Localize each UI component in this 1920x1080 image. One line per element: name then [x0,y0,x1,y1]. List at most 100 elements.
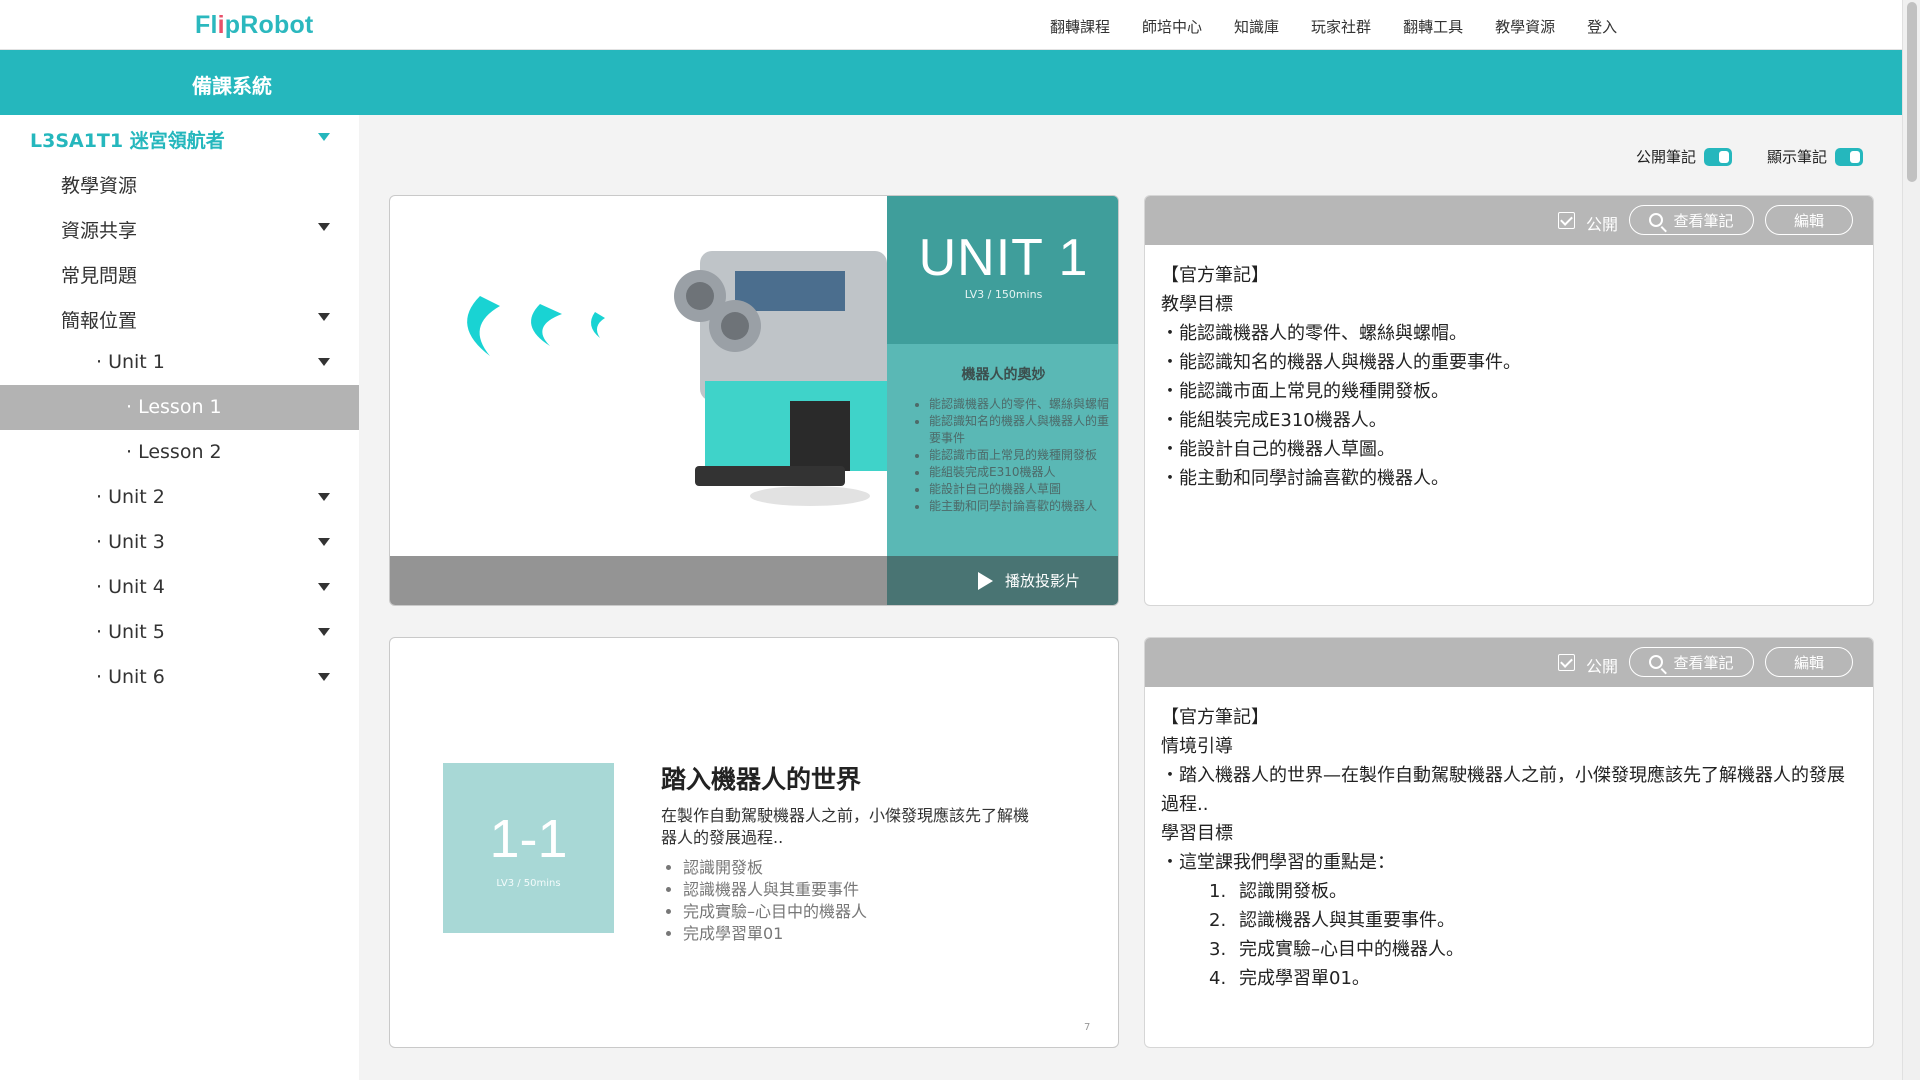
slide-preview-unit-1[interactable]: UNIT 1 LV3 / 150mins 機器人的奧妙 能認識機器人的零件、螺絲… [389,195,1119,606]
page-banner: 備課系統 [0,50,1902,115]
sidebar-item-lesson-1[interactable]: · Lesson 1 [0,385,359,430]
show-notes-toggle-group: 顯示筆記 [1767,146,1864,167]
public-checkbox[interactable] [1558,654,1575,671]
note-line: ・能主動和同學討論喜歡的機器人。 [1161,468,1449,489]
nav-flip-tools[interactable]: 翻轉工具 [1403,16,1463,37]
sidebar-item-unit-3[interactable]: · Unit 3 [0,520,359,565]
signal-wave-medium [531,304,562,346]
ordered-list-item: 1. 認識開發板。 [1161,877,1857,906]
note-content: 【官方筆記】 教學目標 ・能認識機器人的零件、螺絲與螺帽。 ・能認識知名的機器人… [1145,245,1873,493]
sidebar-item-label: · Unit 1 [96,351,165,373]
list-item: 認識開發板 [683,857,867,879]
note-line: ・能認識知名的機器人與機器人的重要事件。 [1161,352,1521,373]
sidebar-item-resource-sharing[interactable]: 資源共享 [0,205,359,250]
nav-flip-courses[interactable]: 翻轉課程 [1050,16,1110,37]
search-icon [1649,213,1664,227]
main-nav: 翻轉課程 師培中心 知識庫 玩家社群 翻轉工具 教學資源 登入 [1050,16,1649,37]
sidebar-item-unit-1[interactable]: · Unit 1 [0,340,359,385]
note-card-1: 公開 查看筆記 編輯 【官方筆記】 教學目標 ・能認識機器人的零件、螺絲與螺帽。… [1144,195,1874,606]
slide-preview-lesson-1-1[interactable]: 1-1 LV3 / 50mins 踏入機器人的世界 在製作自動駕駛機器人之前，小… [389,637,1119,1048]
list-item: 認識機器人與其重要事件 [683,879,867,901]
robot-sensor-left-lens [686,282,714,310]
page-title: 備課系統 [192,74,272,98]
list-item: 完成實驗–心目中的機器人 [683,901,867,923]
sidebar-item-unit-4[interactable]: · Unit 4 [0,565,359,610]
nav-login[interactable]: 登入 [1587,16,1617,37]
view-notes-button[interactable]: 查看筆記 [1629,205,1754,235]
show-notes-label: 顯示筆記 [1767,148,1828,166]
note-line: 教學目標 [1161,294,1233,315]
logo-text-part1: Fl [195,11,218,39]
sidebar-item-label: 資源共享 [61,220,138,242]
caret-down-icon[interactable] [318,133,330,141]
slide-title: 踏入機器人的世界 [661,765,862,794]
note-line: ・能認識市面上常見的幾種開發板。 [1161,381,1449,402]
robot-sensor-right-lens [721,312,749,340]
caret-down-icon[interactable] [318,538,330,546]
scrollbar-thumb[interactable] [1907,2,1917,182]
edit-label: 編輯 [1793,211,1824,230]
sidebar-item-label: · Unit 2 [96,486,165,508]
sidebar-item-label: · Lesson 1 [126,396,222,418]
list-number: 1. [1209,881,1227,902]
note-line: 【官方筆記】 [1161,265,1269,286]
sidebar-item-course[interactable]: L3SA1T1 迷宮領航者 [0,115,359,160]
caret-down-icon[interactable] [318,358,330,366]
caret-down-icon[interactable] [318,673,330,681]
slide-bullet-list: 能認識機器人的零件、螺絲與螺帽 能認識知名的機器人與機器人的重要事件 能認識市面… [915,396,1115,515]
top-navbar: FlipRobot 翻轉課程 師培中心 知識庫 玩家社群 翻轉工具 教學資源 登… [0,0,1902,50]
caret-down-icon[interactable] [318,628,330,636]
sidebar-item-faq[interactable]: 常見問題 [0,250,359,295]
sidebar-item-label: · Unit 3 [96,531,165,553]
logo-text-part2: i [217,11,225,39]
list-item: 能主動和同學討論喜歡的機器人 [929,498,1115,515]
slide-lesson-number: 1-1 [489,809,568,869]
sidebar-item-lesson-2[interactable]: · Lesson 2 [0,430,359,475]
robot-shadow [750,486,870,506]
fliprobot-logo[interactable]: FlipRobot [195,11,313,40]
sidebar-item-unit-6[interactable]: · Unit 6 [0,655,359,700]
caret-down-icon[interactable] [318,313,330,321]
robot-board [735,271,845,311]
nav-community[interactable]: 玩家社群 [1311,16,1371,37]
logo-text-part3: pRobot [224,11,314,39]
public-checkbox[interactable] [1558,212,1575,229]
page-scrollbar[interactable] [1902,0,1920,1080]
caret-down-icon[interactable] [318,493,330,501]
sidebar-item-slides-location[interactable]: 簡報位置 [0,295,359,340]
sidebar-item-unit-5[interactable]: · Unit 5 [0,610,359,655]
play-slides-button[interactable]: 播放投影片 [978,570,1080,591]
sidebar-item-label: L3SA1T1 迷宮領航者 [30,130,225,152]
note-toolbar: 公開 查看筆記 編輯 [1145,638,1873,687]
sidebar-item-teaching-resources[interactable]: 教學資源 [0,160,359,205]
slide-level: LV3 / 50mins [496,878,561,889]
nav-knowledge-base[interactable]: 知識庫 [1234,16,1279,37]
nav-teaching-resources[interactable]: 教學資源 [1495,16,1555,37]
slide-unit-title: UNIT 1 [918,229,1089,287]
view-notes-button[interactable]: 查看筆記 [1629,647,1754,677]
sidebar-item-label: 簡報位置 [61,310,138,332]
note-line: 【官方筆記】 [1161,707,1269,728]
list-number: 4. [1209,968,1227,989]
edit-label: 編輯 [1793,653,1824,672]
sidebar-item-label: 教學資源 [61,175,138,197]
search-icon [1649,655,1664,669]
slide-subtitle: 機器人的奧妙 [961,367,1046,383]
list-text: 認識機器人與其重要事件。 [1239,910,1455,931]
view-notes-label: 查看筆記 [1673,653,1734,672]
signal-wave-large [467,296,500,356]
sidebar-item-unit-2[interactable]: · Unit 2 [0,475,359,520]
signal-wave-small [591,312,605,338]
nav-teacher-training[interactable]: 師培中心 [1142,16,1202,37]
note-card-2: 公開 查看筆記 編輯 【官方筆記】 情境引導 ・踏入機器人的世界—在製作自動駕駛… [1144,637,1874,1048]
caret-down-icon[interactable] [318,583,330,591]
list-number: 3. [1209,939,1227,960]
sidebar-item-label: · Lesson 2 [126,441,222,463]
caret-down-icon[interactable] [318,223,330,231]
show-notes-toggle[interactable] [1835,147,1864,166]
slide-bullet-list: 認識開發板 認識機器人與其重要事件 完成實驗–心目中的機器人 完成學習單01 [661,857,867,945]
edit-button[interactable]: 編輯 [1765,205,1853,235]
note-line: 情境引導 [1161,736,1233,757]
public-notes-toggle[interactable] [1704,147,1733,166]
edit-button[interactable]: 編輯 [1765,647,1853,677]
